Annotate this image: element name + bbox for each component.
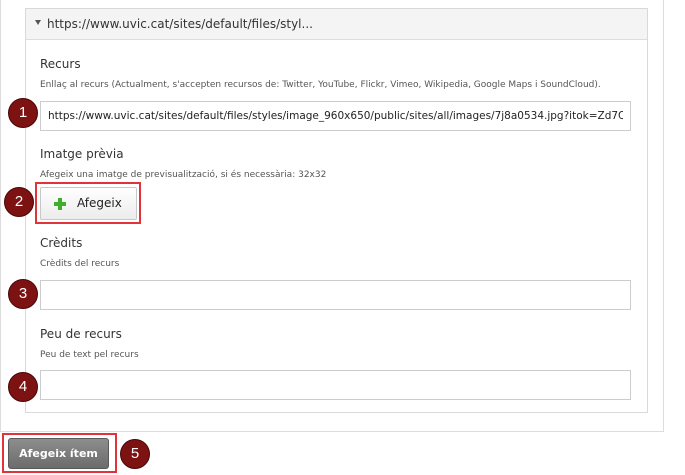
callout-badge-5: 5 [120, 439, 150, 469]
panel-header-title[interactable]: https://www.uvic.cat/sites/default/files… [47, 9, 313, 39]
credits-description: Crèdits del recurs [40, 259, 120, 269]
outer-border-right [663, 0, 664, 432]
callout-badge-2: 2 [4, 187, 34, 217]
plus-icon [54, 198, 66, 210]
recurs-url-input[interactable] [40, 101, 631, 131]
peu-recurs-input[interactable] [40, 370, 631, 400]
panel-header[interactable]: https://www.uvic.cat/sites/default/files… [26, 9, 647, 40]
peu-recurs-description: Peu de text pel recurs [40, 350, 139, 360]
imatge-previa-label: Imatge prèvia [40, 147, 124, 161]
caret-down-icon[interactable] [35, 20, 41, 25]
outer-border-left [0, 0, 1, 432]
add-image-button[interactable]: Afegeix [40, 187, 137, 220]
callout-badge-3: 3 [8, 279, 38, 309]
credits-label: Crèdits [40, 236, 83, 250]
add-item-button[interactable]: Afegeix ítem [8, 438, 109, 469]
recurs-label: Recurs [40, 57, 81, 71]
add-image-button-label: Afegeix [77, 196, 122, 210]
peu-recurs-label: Peu de recurs [40, 327, 122, 341]
callout-badge-4: 4 [8, 372, 38, 402]
credits-input[interactable] [40, 280, 631, 310]
recurs-description: Enllaç al recurs (Actualment, s'accepten… [40, 80, 601, 90]
callout-badge-1: 1 [8, 98, 38, 128]
outer-border-bottom [0, 431, 664, 432]
imatge-previa-description: Afegeix una imatge de previsualització, … [40, 170, 327, 180]
